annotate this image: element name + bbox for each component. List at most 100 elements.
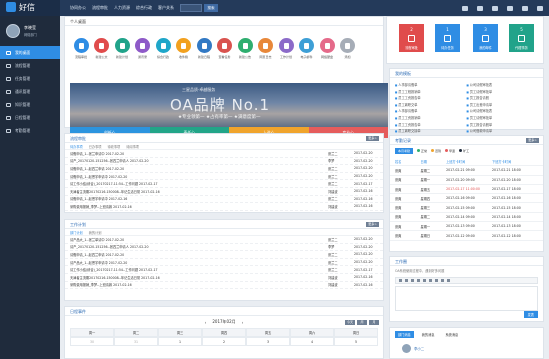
app-item[interactable]: 查看任务 — [217, 38, 233, 59]
table-row[interactable]: 请假申请_1--赵恩宇申请中 2017-02-16 张兰二 2017-02-16 — [65, 196, 383, 204]
template-item[interactable]: 人事部请假单 — [395, 82, 467, 87]
app-item[interactable]: 通讯录 — [135, 38, 151, 59]
tab-sys-msg[interactable]: 系统消息 — [443, 331, 462, 338]
emoji-icon[interactable] — [447, 279, 450, 282]
message-item[interactable]: 李小二 — [390, 344, 543, 353]
legend-item[interactable]: 迟到 — [431, 149, 441, 153]
message-icon[interactable] — [492, 5, 498, 11]
nav-item[interactable]: 客户关系 — [158, 5, 174, 11]
attendance-row[interactable]: 张爽 星期二 2017-02-14 09:00 2017-02-14 18:00 — [390, 213, 543, 223]
tab-done[interactable]: 已办事项 — [89, 144, 102, 149]
table-row[interactable]: 请假申请_1--张兰申请中 2017-02-20 张兰二 2017-02-20 — [65, 150, 383, 158]
sidebar-item-process[interactable]: 流程管理 — [0, 59, 60, 72]
day-cell[interactable]: 2 — [202, 337, 246, 346]
app-item[interactable]: 网络硬盘 — [319, 38, 335, 59]
app-item[interactable]: 综合行政 — [155, 38, 171, 59]
table-row[interactable]: 请假申请_1--赵恩宇申请中 2017-02-20 张兰二 2017-02-20 — [65, 173, 383, 181]
table-row[interactable]: 请产品大_1--赵恩宇申请中 2017-02-20 张兰二 2017-02-20 — [65, 259, 383, 267]
month-button[interactable]: 月 — [369, 320, 379, 325]
app-item[interactable]: 收件箱 — [176, 38, 192, 59]
template-item[interactable]: 公司请假审批表 — [467, 82, 539, 87]
table-row[interactable]: 采购费用报销_李梦--上班请款 2017-02-16 刘建波 2017-02-16 — [65, 282, 383, 290]
template-item[interactable]: 员工报告请假 — [467, 95, 539, 100]
template-item[interactable]: 员工离职交接单 — [395, 128, 467, 133]
top-search-button[interactable]: 搜索 — [204, 4, 218, 12]
template-item[interactable]: 员工出差申请单 — [467, 102, 539, 107]
tab-dept-msg[interactable]: 部门消息 — [395, 331, 414, 338]
sidebar-item-schedule[interactable]: 日程管理 — [0, 111, 60, 124]
template-item[interactable]: 公司请假审批表 — [467, 108, 539, 113]
table-row[interactable]: 请假申请_1--赵四兰申请 2017-02-20 张兰二 2017-02-20 — [65, 251, 383, 259]
app-item[interactable]: 工作计划 — [278, 38, 294, 59]
attendance-row[interactable]: 张爽 星期一 2017-02-13 09:00 2017-02-13 18:00 — [390, 222, 543, 232]
week-button[interactable]: 周 — [357, 320, 367, 325]
shortcut-item[interactable]: 3 我的邮件 — [473, 24, 498, 52]
tab-my-msg[interactable]: 我的消息 — [419, 331, 438, 338]
day-cell[interactable]: 3 — [246, 337, 290, 346]
sidebar-item-contacts[interactable]: 通讯管理 — [0, 85, 60, 98]
legend-item[interactable]: 旷工 — [459, 149, 469, 153]
next-month-button[interactable]: › — [242, 320, 244, 325]
tab-read[interactable]: 待阅事项 — [126, 144, 139, 149]
more-button[interactable]: 更多> — [526, 138, 539, 143]
more-button[interactable]: 更多> — [366, 136, 379, 141]
underline-icon[interactable] — [411, 279, 414, 282]
nav-item[interactable]: 协同办公 — [70, 5, 86, 11]
tab-my-plan[interactable]: 我的计划 — [89, 230, 102, 235]
link-icon[interactable] — [435, 279, 438, 282]
day-cell[interactable]: 31 — [114, 337, 158, 346]
table-row[interactable]: 请产品大_1--张兰单请中 2017-02-20 张兰二 2017-02-20 — [65, 236, 383, 244]
template-item[interactable]: 员工离职交单 — [395, 102, 467, 107]
user-icon[interactable] — [507, 5, 513, 11]
tab-todo[interactable]: 待办事项 — [70, 144, 83, 149]
avatar[interactable] — [6, 24, 20, 38]
more-button[interactable]: 更多> — [366, 222, 379, 227]
align-icon[interactable] — [423, 279, 426, 282]
tag-icon[interactable] — [522, 5, 528, 11]
shortcut-item[interactable]: 5 代理事务 — [509, 24, 534, 52]
app-item[interactable]: 新建公文 — [94, 38, 110, 59]
day-cell[interactable]: 30 — [70, 337, 114, 346]
nav-item[interactable]: 流程审批 — [92, 5, 108, 11]
day-cell[interactable]: 4 — [290, 337, 334, 346]
legend-item[interactable]: 正常 — [417, 149, 427, 153]
tab-receive[interactable]: 待收事项 — [108, 144, 121, 149]
table-row[interactable]: 请工作小结(综合)_20170217-11:54--工作问题 2017-02-1… — [65, 266, 383, 274]
prev-month-button[interactable]: ‹ — [205, 320, 207, 325]
app-item[interactable]: 流程审批 — [73, 38, 89, 59]
attendance-row[interactable]: 张爽 星期五 2017-02-17 11:00:00 2017-02-17 18:00 — [390, 185, 543, 195]
app-item[interactable]: 网页日志 — [258, 38, 274, 59]
bold-icon[interactable] — [399, 279, 402, 282]
table-row[interactable]: 请工作小结(综合)_20170217-11:54--工作问题 2017-02-1… — [65, 180, 383, 188]
sidebar-item-desktop[interactable]: 我的桌面 — [0, 46, 60, 59]
attendance-row[interactable]: 张爽 星期日 2017-02-12 09:00 2017-02-12 18:00 — [390, 231, 543, 241]
post-textarea[interactable] — [395, 286, 538, 311]
attendance-row[interactable]: 张爽 星期三 2017-02-15 09:00 2017-02-15 18:00 — [390, 203, 543, 213]
italic-icon[interactable] — [405, 279, 408, 282]
color-icon[interactable] — [417, 279, 420, 282]
nav-item[interactable]: 人力资源 — [114, 5, 130, 11]
table-row[interactable]: 请产_20170120-151256--张四兰申请人 2017-02-20 李梦 2… — [65, 244, 383, 252]
template-item[interactable]: 员工报告请假单 — [467, 122, 539, 127]
top-search-input[interactable] — [180, 4, 202, 12]
logo[interactable]: 好信 — [0, 0, 60, 16]
image-icon[interactable] — [441, 279, 444, 282]
table-row[interactable]: 采购费用报销_李梦--上班请款 2017-02-16 刘建波 2017-02-16 — [65, 203, 383, 211]
app-item[interactable]: 添加 — [340, 38, 356, 59]
template-item[interactable]: 员工工资报销单 — [395, 115, 467, 120]
template-item[interactable]: 人事部请假单 — [395, 108, 467, 113]
table-row[interactable]: 请假申请_1--赵四兰申请 2017-02-20 张兰二 2017-02-20 — [65, 165, 383, 173]
app-item[interactable]: 新建公告 — [237, 38, 253, 59]
app-item[interactable]: 电子邮件 — [299, 38, 315, 59]
settings-icon[interactable] — [537, 5, 543, 11]
table-row[interactable]: 请产_20170120-151256--张四兰申请人 2017-02-20 李梦 2… — [65, 158, 383, 166]
shortcut-item[interactable]: 1 待办任务 — [435, 24, 460, 52]
attendance-row[interactable]: 张爽 星期四 2017-02-16 09:00 2017-02-16 18:00 — [390, 194, 543, 204]
day-cell[interactable]: 5 — [334, 337, 378, 346]
month-filter-button[interactable]: 本月考勤 — [395, 148, 414, 154]
table-row[interactable]: 天津者主流期20170216-150008--年记生活日常 2017-02-16… — [65, 188, 383, 196]
sidebar-item-knowledge[interactable]: 知识管理 — [0, 98, 60, 111]
today-button[interactable]: 今天 — [345, 320, 355, 325]
template-item[interactable]: 员工工资报告单 — [395, 95, 467, 100]
mail-icon[interactable] — [477, 5, 483, 11]
